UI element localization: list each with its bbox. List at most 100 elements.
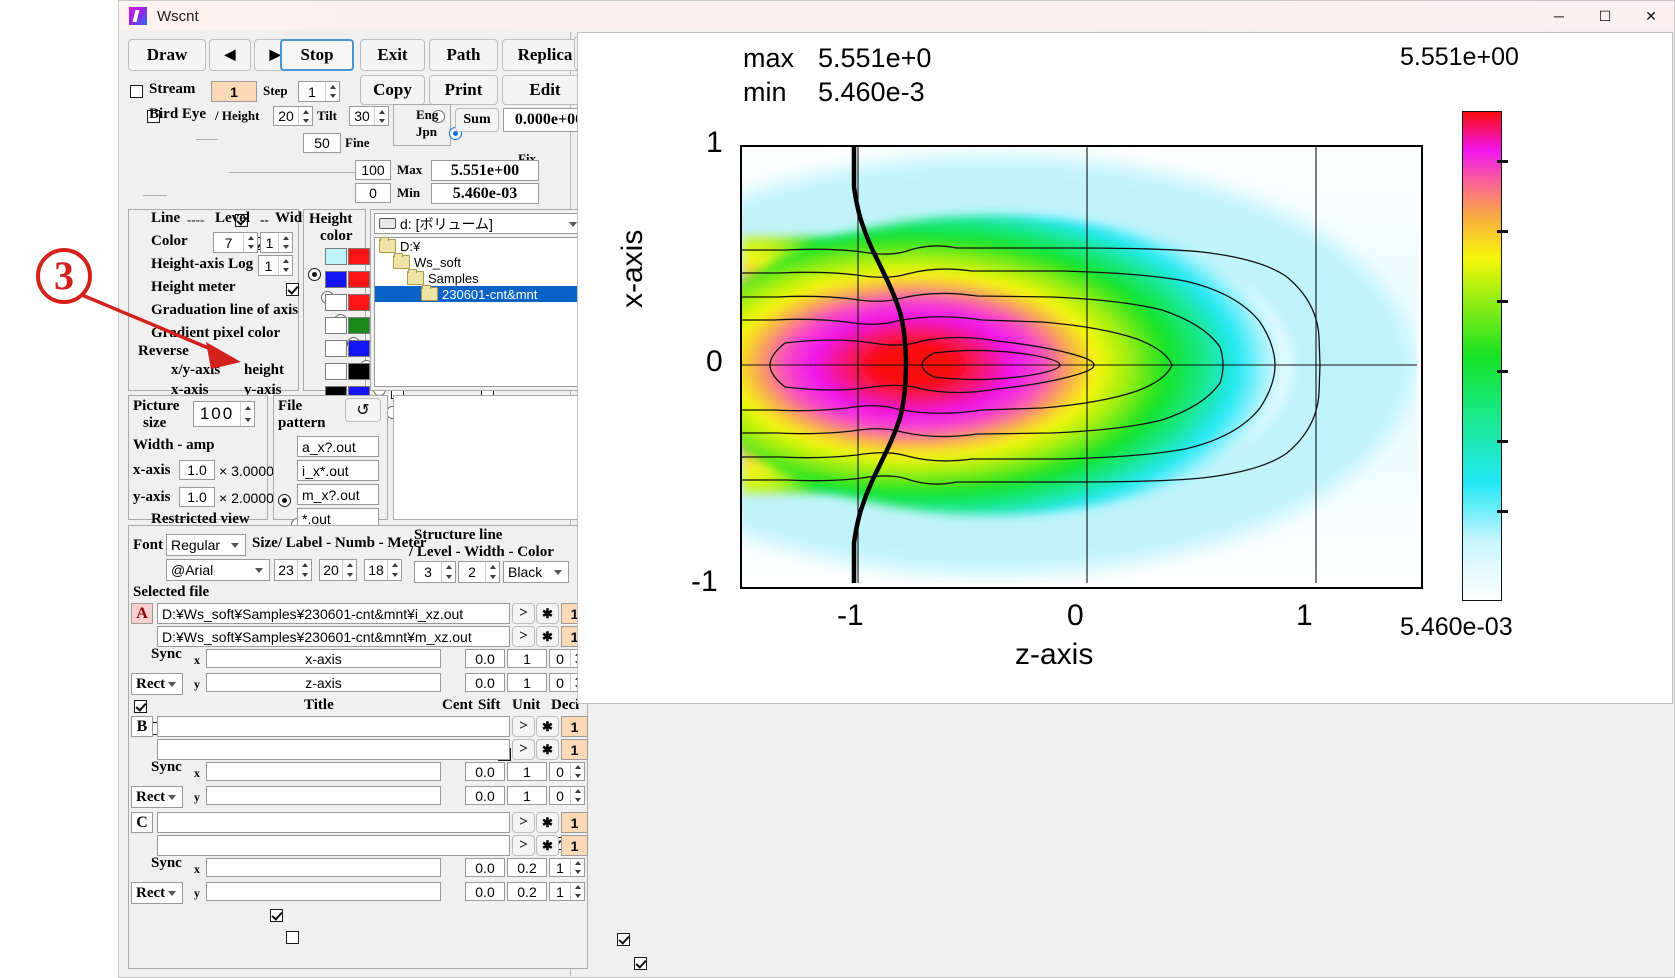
group-c-y-unit[interactable]: 0.2 [507,882,547,901]
group-a-gt-1[interactable]: > [512,603,535,624]
heatmap-plot[interactable] [740,145,1423,589]
group-c-rect-select[interactable]: Rect [131,882,183,904]
group-c-path-2[interactable] [157,835,510,856]
heightaxislog-arrows[interactable] [278,256,292,275]
picture-size-stepper[interactable]: 100 [193,401,255,427]
height-color-right-swatch-2[interactable] [348,294,370,311]
stop-button[interactable]: Stop [280,39,354,71]
group-c-star-1[interactable]: ✱ [536,812,559,833]
group-a-x-sift[interactable]: 0.0 [465,649,505,668]
meter-size-arrows[interactable] [387,560,401,580]
stream-checkbox[interactable] [130,85,143,98]
height-color-right-swatch-3[interactable] [348,317,370,334]
group-c-check-2[interactable] [270,909,283,922]
group-c-tag[interactable]: C [131,812,153,833]
group-a-path-1[interactable]: D:¥Ws_soft¥Samples¥230601-cnt&mnt¥i_xz.o… [157,603,510,624]
py-axis-value[interactable]: 1.0 [179,487,215,507]
group-c-x-deci[interactable]: 1 [549,858,585,877]
edit-button[interactable]: Edit [502,75,588,105]
group-c-gt-2[interactable]: > [512,835,535,856]
tree-node-2[interactable]: Samples [375,269,583,286]
height-color-right-swatch-4[interactable] [348,340,370,357]
height-color-radio-0[interactable] [308,268,321,281]
tilt-arrows[interactable] [374,107,388,125]
group-b-star-1[interactable]: ✱ [536,716,559,737]
group-a-check-2[interactable] [134,700,147,713]
group-b-y-title[interactable] [206,786,441,805]
file-pattern-option-0[interactable]: a_x?.out [297,436,379,457]
group-b-x-sift[interactable]: 0.0 [465,762,505,781]
print-button[interactable]: Print [429,75,498,105]
color-level-arrows[interactable] [243,233,257,252]
group-b-x-title[interactable] [206,762,441,781]
picture-size-arrows[interactable] [240,402,254,426]
height-stepper[interactable]: 20 [273,106,313,126]
group-b-gt-1[interactable]: > [512,716,535,737]
group-c-y-cent[interactable] [634,957,647,970]
group-a-x-title[interactable]: x-axis [206,649,441,668]
group-b-gt-2[interactable]: > [512,739,535,760]
refresh-icon[interactable]: ↺ [345,398,381,422]
group-b-x-deci[interactable]: 0 [549,762,585,781]
heightmeter-checkbox[interactable] [286,283,299,296]
group-c-y-title[interactable] [206,882,441,901]
minimize-button[interactable]: ─ [1536,1,1582,31]
px-axis-value[interactable]: 1.0 [179,460,215,480]
group-b-star-2[interactable]: ✱ [536,739,559,760]
label-size-stepper[interactable]: 23 [274,559,312,581]
height-color-left-swatch-1[interactable] [325,271,347,288]
group-a-star-2[interactable]: ✱ [536,626,559,647]
height-color-left-swatch-5[interactable] [325,363,347,380]
structure-color-select[interactable]: Black [503,561,569,583]
fine-value[interactable]: 50 [303,133,341,153]
group-c-star-2[interactable]: ✱ [536,835,559,856]
group-c-y-deci[interactable]: 1 [549,882,585,901]
group-a-y-sift[interactable]: 0.0 [465,673,505,692]
font-family-select[interactable]: @Arial [166,559,270,581]
drive-select[interactable]: d: [ボリューム] [374,213,584,234]
numb-size-stepper[interactable]: 20 [319,559,357,581]
color-width-stepper[interactable]: 1 [260,232,293,253]
group-a-path-2[interactable]: D:¥Ws_soft¥Samples¥230601-cnt&mnt¥m_xz.o… [157,626,510,647]
height-color-left-swatch-4[interactable] [325,340,347,357]
group-c-x-unit[interactable]: 0.2 [507,858,547,877]
group-c-swatch-1[interactable]: 1 [561,812,588,833]
structure-level-stepper[interactable]: 3 [414,561,456,583]
prev-button[interactable]: ◀ [209,39,251,71]
color-width-arrows[interactable] [278,233,292,252]
group-b-y-unit[interactable]: 1 [507,786,547,805]
file-pattern-option-2[interactable]: m_x?.out [297,484,379,505]
structure-width-arrows[interactable] [485,562,499,582]
group-a-star-1[interactable]: ✱ [536,603,559,624]
group-c-x-deci-arrows[interactable] [570,859,584,876]
max-scale[interactable]: 100 [355,160,391,180]
group-b-x-deci-arrows[interactable] [570,763,584,780]
height-color-left-swatch-2[interactable] [325,294,347,311]
exit-button[interactable]: Exit [360,39,425,71]
group-c-gt-1[interactable]: > [512,812,535,833]
group-b-path-1[interactable] [157,716,510,737]
copy-button[interactable]: Copy [360,75,425,105]
group-c-y-sift[interactable]: 0.0 [465,882,505,901]
structure-level-arrows[interactable] [441,562,455,582]
file-pattern-radio-0[interactable] [278,494,291,507]
group-a-y-title[interactable]: z-axis [206,673,441,692]
group-a-tag[interactable]: A [131,603,153,624]
group-c-swatch-2[interactable]: 1 [561,835,588,856]
group-a-x-unit[interactable]: 1 [507,649,547,668]
draw-button[interactable]: Draw [128,39,206,71]
tree-node-0[interactable]: D:¥ [375,237,583,254]
step-arrows[interactable] [325,82,339,101]
group-b-swatch-1[interactable]: 1 [561,716,588,737]
group-b-rect-select[interactable]: Rect [131,786,183,808]
group-c-path-1[interactable] [157,812,510,833]
height-arrows[interactable] [298,107,312,125]
group-c-x-title[interactable] [206,858,441,877]
step-stepper[interactable]: 1 [298,81,340,102]
height-color-right-swatch-0[interactable] [348,248,370,265]
close-button[interactable]: ✕ [1628,1,1674,31]
tree-node-3[interactable]: 230601-cnt&mnt [375,285,583,302]
numb-size-arrows[interactable] [342,560,356,580]
min-scale[interactable]: 0 [355,183,391,203]
group-b-y-deci-arrows[interactable] [570,787,584,804]
